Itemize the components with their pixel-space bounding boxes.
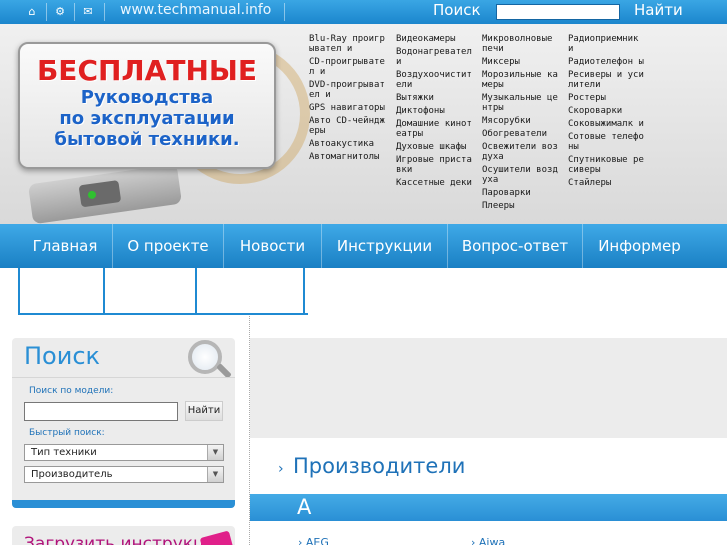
- category-link[interactable]: Микроволновые печи: [482, 34, 560, 54]
- upload-panel[interactable]: Загрузить инструкцию: [12, 526, 235, 545]
- category-link[interactable]: Радиоприемник и: [568, 34, 646, 54]
- category-link[interactable]: Водонагревател и: [396, 47, 474, 67]
- upload-icon: [199, 530, 235, 545]
- category-link[interactable]: Мясорубки: [482, 116, 560, 126]
- category-link[interactable]: Музыкальные центры: [482, 93, 560, 113]
- category-column-4: Радиоприемник и Радиотелефон ы Ресиверы …: [568, 34, 646, 191]
- sub-nav: [0, 268, 727, 315]
- subnav-tab[interactable]: [195, 268, 197, 313]
- letter-heading: A: [297, 495, 312, 519]
- top-search-label: Поиск: [433, 1, 481, 19]
- subnav-underline: [18, 313, 308, 315]
- banner-line-4: бытовой техники.: [54, 129, 240, 150]
- subnav-tab[interactable]: [18, 268, 20, 313]
- sitemap-icon[interactable]: ⚙: [52, 4, 68, 20]
- category-link[interactable]: Видеокамеры: [396, 34, 474, 44]
- maker-select[interactable]: Производитель ▼: [24, 466, 224, 483]
- banner-line-2: Руководства: [80, 87, 214, 108]
- nav-home[interactable]: Главная: [18, 224, 112, 268]
- divider: [74, 3, 75, 21]
- category-link[interactable]: Домашние кинотеатры: [396, 119, 474, 139]
- divider: [46, 3, 47, 21]
- category-link[interactable]: Автомагнитолы: [309, 152, 387, 162]
- header: БЕСПЛАТНЫЕ Руководства по эксплуатации б…: [0, 24, 727, 224]
- category-link[interactable]: Спутниковые ресиверы: [568, 155, 646, 175]
- type-select[interactable]: Тип техники ▼: [24, 444, 224, 461]
- model-search-input[interactable]: [24, 402, 178, 421]
- category-link[interactable]: Пароварки: [482, 188, 560, 198]
- category-link[interactable]: Воздухоочистители: [396, 70, 474, 90]
- category-link[interactable]: Авто CD-чейнджеры: [309, 116, 387, 136]
- site-url[interactable]: www.techmanual.info: [120, 2, 271, 18]
- category-link[interactable]: Кассетные деки: [396, 178, 474, 188]
- divider: [12, 377, 235, 378]
- category-link[interactable]: Морозильные камеры: [482, 70, 560, 90]
- category-link[interactable]: GPS навигаторы: [309, 103, 387, 113]
- panel-bottom-bar: [12, 500, 235, 508]
- category-link[interactable]: Вытяжки: [396, 93, 474, 103]
- category-link[interactable]: Миксеры: [482, 57, 560, 67]
- nav-faq[interactable]: Вопрос-ответ: [448, 224, 582, 268]
- category-link[interactable]: Духовые шкафы: [396, 142, 474, 152]
- letter-bar: [250, 494, 727, 521]
- brand-link[interactable]: › AEG: [298, 536, 329, 545]
- banner-line-3: по эксплуатации: [59, 108, 235, 129]
- category-link[interactable]: Стайлеры: [568, 178, 646, 188]
- category-link[interactable]: Радиотелефон ы: [568, 57, 646, 67]
- category-link[interactable]: Ресиверы и усилители: [568, 70, 646, 90]
- category-link[interactable]: Плееры: [482, 201, 560, 211]
- brand-link-label: Aiwa: [478, 536, 506, 545]
- home-icon[interactable]: ⌂: [24, 4, 40, 20]
- chevron-right-icon: ›: [278, 461, 284, 477]
- category-link[interactable]: CD-проигрывател и: [309, 57, 387, 77]
- nav-about[interactable]: О проекте: [113, 224, 223, 268]
- category-link[interactable]: Обогреватели: [482, 129, 560, 139]
- brand-link[interactable]: › Aiwa: [471, 536, 505, 545]
- category-link[interactable]: Игровые приставки: [396, 155, 474, 175]
- nav-news[interactable]: Новости: [224, 224, 321, 268]
- category-link[interactable]: Сотовые телефоны: [568, 132, 646, 152]
- maker-select-value: Производитель: [31, 469, 113, 480]
- content-banner-area: [250, 338, 727, 438]
- top-find-button[interactable]: Найти: [634, 1, 683, 19]
- category-link[interactable]: Диктофоны: [396, 106, 474, 116]
- subnav-tab[interactable]: [103, 268, 105, 313]
- main-nav: Главная О проекте Новости Инструкции Воп…: [0, 224, 727, 268]
- divider: [284, 3, 285, 21]
- top-bar: ⌂ ⚙ ✉ www.techmanual.info Поиск Найти: [0, 0, 727, 24]
- nav-manuals[interactable]: Инструкции: [322, 224, 447, 268]
- category-link[interactable]: DVD-проигрывател и: [309, 80, 387, 100]
- category-link[interactable]: Blu-Ray проигрывател и: [309, 34, 387, 54]
- category-column-2: Видеокамеры Водонагревател и Воздухоочис…: [396, 34, 474, 191]
- category-link[interactable]: Осушители воздуха: [482, 165, 560, 185]
- manufacturers-title: Производители: [293, 454, 466, 478]
- category-column-1: Blu-Ray проигрывател и CD-проигрывател и…: [309, 34, 387, 165]
- category-link[interactable]: Скороварки: [568, 106, 646, 116]
- promo-banner: БЕСПЛАТНЫЕ Руководства по эксплуатации б…: [18, 42, 276, 169]
- category-link[interactable]: Освежители воздуха: [482, 142, 560, 162]
- mail-icon[interactable]: ✉: [80, 4, 96, 20]
- brand-link-label: AEG: [305, 536, 329, 545]
- subnav-tab[interactable]: [303, 268, 305, 313]
- search-panel-title: Поиск: [24, 342, 101, 370]
- category-link[interactable]: Автоакустика: [309, 139, 387, 149]
- divider: [104, 3, 105, 21]
- chevron-down-icon: ▼: [207, 467, 223, 482]
- quick-search-label: Быстрый поиск:: [29, 428, 105, 438]
- banner-line-1: БЕСПЛАТНЫЕ: [36, 54, 258, 87]
- usb-cable-decoration: [27, 163, 183, 224]
- model-search-label: Поиск по модели:: [29, 386, 114, 396]
- type-select-value: Тип техники: [31, 447, 97, 458]
- nav-informer[interactable]: Информер: [583, 224, 696, 268]
- category-link[interactable]: Соковыжималк и: [568, 119, 646, 129]
- category-column-3: Микроволновые печи Миксеры Морозильные к…: [482, 34, 560, 214]
- category-link[interactable]: Ростеры: [568, 93, 646, 103]
- chevron-down-icon: ▼: [207, 445, 223, 460]
- search-panel: Поиск Поиск по модели: Найти Быстрый пои…: [12, 338, 235, 508]
- model-find-button[interactable]: Найти: [185, 401, 223, 421]
- top-search-input[interactable]: [496, 4, 620, 20]
